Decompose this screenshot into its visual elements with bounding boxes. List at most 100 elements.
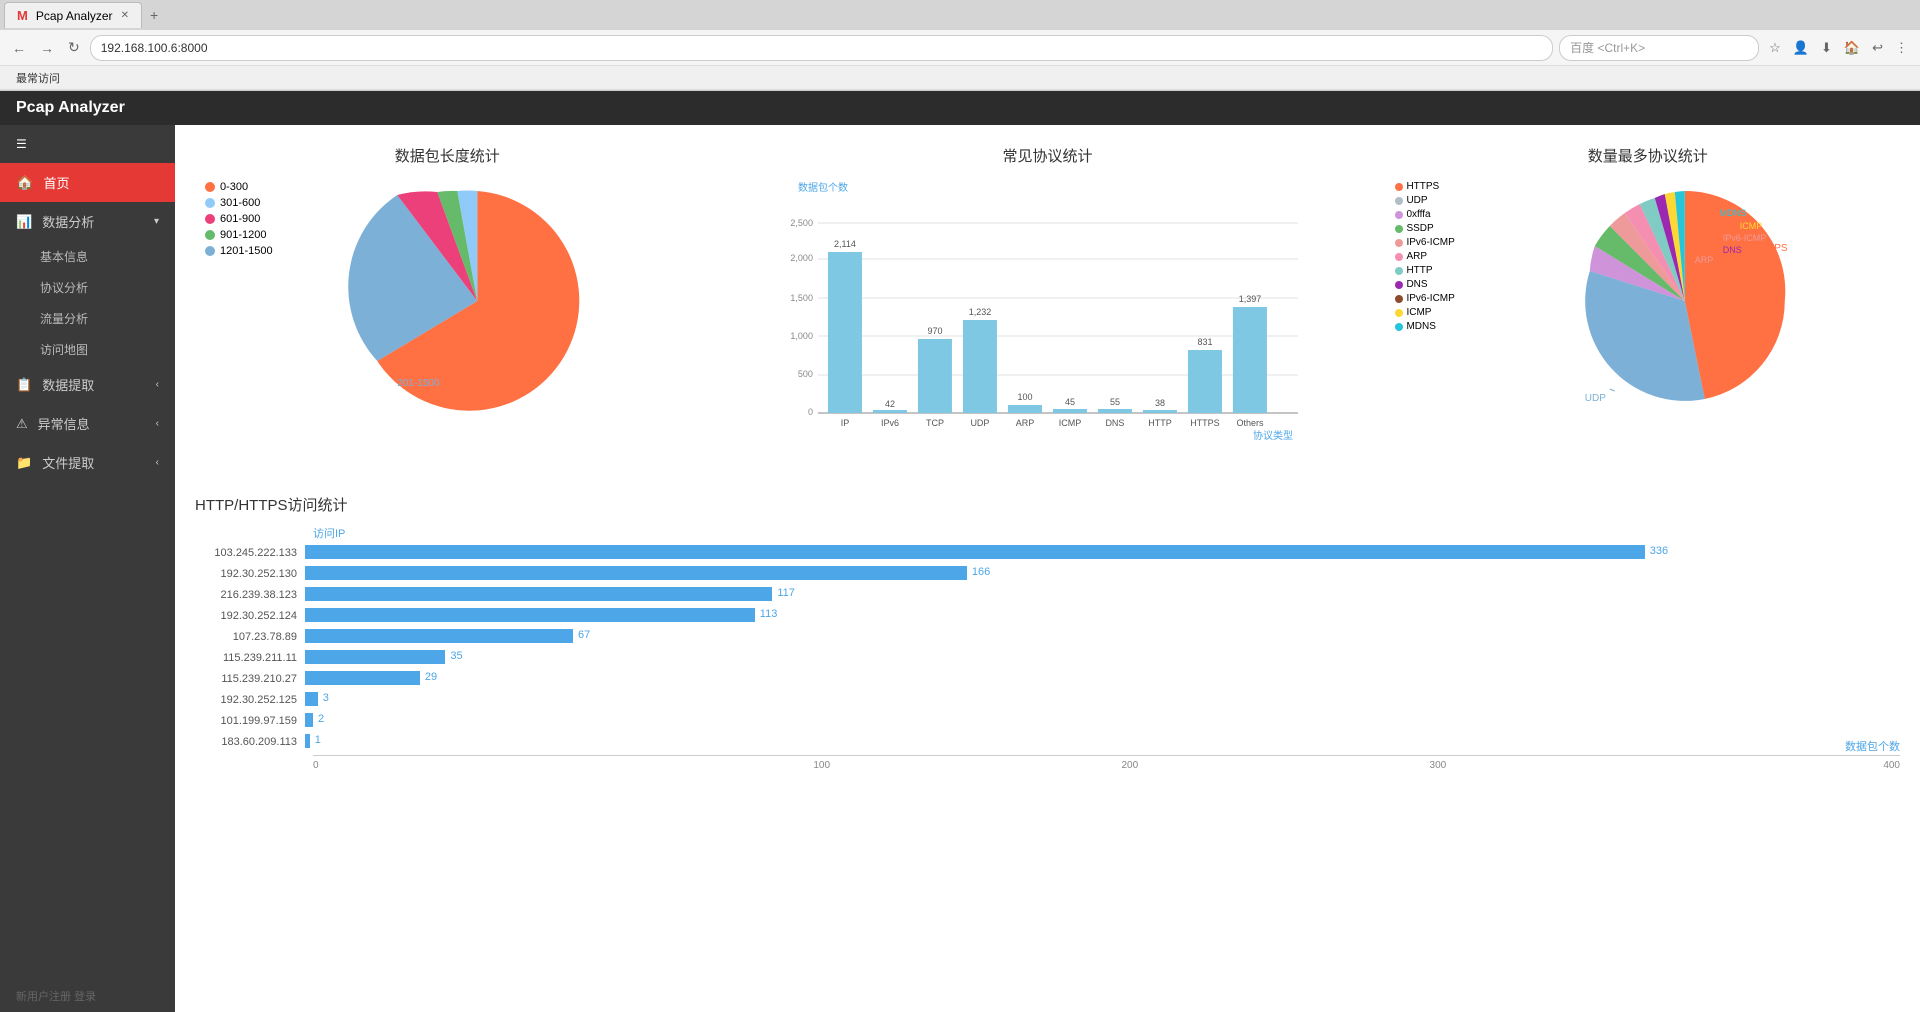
menu-icon[interactable]: ⋮ bbox=[1891, 38, 1912, 58]
svg-text:DNS: DNS bbox=[1105, 418, 1124, 428]
http-bar-value: 113 bbox=[760, 608, 778, 620]
sidebar-item-traffic-analysis[interactable]: 流量分析 bbox=[0, 303, 175, 334]
sidebar: ☰ 🏠 首页 📊 数据分析 ▾ 基本信息 协议分析 流量分析 访问地图 📋 数据… bbox=[0, 125, 175, 1012]
http-bar-fill bbox=[305, 650, 445, 664]
anomaly-chevron: ‹ bbox=[156, 418, 159, 429]
charts-row: 数据包长度统计 0-300 301-600 601-900 901-1200 1… bbox=[195, 145, 1900, 464]
protocol-title: 常见协议统计 bbox=[720, 145, 1376, 166]
forward-button[interactable]: → bbox=[36, 38, 58, 58]
http-x-label: 数据包个数 bbox=[1845, 738, 1900, 754]
bar-TCP bbox=[918, 339, 952, 413]
http-bar-fill bbox=[305, 671, 420, 685]
http-bar-ip-label: 183.60.209.113 bbox=[195, 736, 305, 748]
svg-text:ICMP: ICMP bbox=[1740, 221, 1763, 231]
svg-text:DNS: DNS bbox=[1723, 245, 1742, 255]
download-icon[interactable]: ⬇ bbox=[1817, 38, 1836, 58]
http-bar-fill bbox=[305, 608, 755, 622]
svg-text:1,232: 1,232 bbox=[968, 307, 991, 317]
new-tab-button[interactable]: + bbox=[142, 3, 166, 27]
active-tab[interactable]: M Pcap Analyzer ✕ bbox=[4, 2, 142, 28]
bar-ICMP bbox=[1053, 409, 1087, 413]
browser-chrome: M Pcap Analyzer ✕ + ← → ↻ 192.168.100.6:… bbox=[0, 0, 1920, 91]
sidebar-item-home[interactable]: 🏠 首页 bbox=[0, 163, 175, 202]
sidebar-footer: 新用户注册 登录 bbox=[0, 980, 175, 1012]
svg-text:2,114: 2,114 bbox=[834, 239, 856, 249]
http-bar-ip-label: 115.239.210.27 bbox=[195, 673, 305, 685]
svg-text:45: 45 bbox=[1064, 397, 1074, 407]
pie-label-0300: 0-300 bbox=[537, 292, 565, 304]
file-extract-chevron: ‹ bbox=[156, 457, 159, 468]
refresh-button[interactable]: ↻ bbox=[64, 37, 84, 58]
sidebar-item-home-label: 首页 bbox=[43, 173, 69, 192]
tab-title: Pcap Analyzer bbox=[36, 9, 113, 23]
search-box[interactable]: 百度 <Ctrl+K> bbox=[1559, 35, 1759, 61]
http-bar-row: 101.199.97.159 2 bbox=[195, 713, 1900, 729]
http-bar-row: 115.239.210.2729 bbox=[195, 671, 1900, 687]
http-bar-ip-label: 192.30.252.124 bbox=[195, 610, 305, 622]
svg-text:1,000: 1,000 bbox=[790, 331, 813, 341]
http-bar-row: 103.245.222.133336 bbox=[195, 545, 1900, 561]
sidebar-menu-icon[interactable]: ☰ bbox=[0, 125, 175, 163]
http-bar-fill bbox=[305, 566, 967, 580]
http-bar-value: 2 bbox=[318, 713, 324, 725]
sidebar-footer-text[interactable]: 新用户注册 登录 bbox=[16, 991, 96, 1003]
history-icon[interactable]: ↩ bbox=[1868, 38, 1887, 58]
http-bar-row: 115.239.211.1135 bbox=[195, 650, 1900, 666]
svg-text:ARP: ARP bbox=[1015, 418, 1034, 428]
user-icon[interactable]: 👤 bbox=[1789, 38, 1813, 58]
tab-close-button[interactable]: ✕ bbox=[121, 10, 129, 21]
svg-text:Others: Others bbox=[1236, 418, 1264, 428]
svg-text:HTTPS: HTTPS bbox=[1755, 243, 1788, 254]
svg-text:500: 500 bbox=[797, 369, 812, 379]
top-protocol-svg: HTTPS UDP MDNS ICMP IPv6-ICMP DNS ARP bbox=[1470, 171, 1900, 431]
sidebar-item-data-analysis[interactable]: 📊 数据分析 ▾ bbox=[0, 202, 175, 241]
protocol-y-label: 数据包个数 bbox=[798, 181, 848, 194]
data-extract-icon: 📋 bbox=[16, 377, 32, 393]
svg-text:2,500: 2,500 bbox=[790, 218, 813, 228]
sidebar-item-protocol-analysis[interactable]: 协议分析 bbox=[0, 272, 175, 303]
sidebar-item-data-extract[interactable]: 📋 数据提取 ‹ bbox=[0, 365, 175, 404]
bar-DNS bbox=[1098, 409, 1132, 413]
http-bar-row: 183.60.209.113 1 bbox=[195, 734, 1900, 750]
back-button[interactable]: ← bbox=[8, 38, 30, 58]
http-bar-track: 117 bbox=[305, 587, 1900, 603]
sidebar-item-access-map[interactable]: 访问地图 bbox=[0, 334, 175, 365]
sidebar-item-anomaly[interactable]: ⚠ 异常信息 ‹ bbox=[0, 404, 175, 443]
svg-text:MDNS: MDNS bbox=[1720, 208, 1747, 218]
sidebar-item-basic-info[interactable]: 基本信息 bbox=[0, 241, 175, 272]
http-bar-track: 1 bbox=[305, 734, 1900, 750]
svg-text:IP: IP bbox=[840, 418, 849, 428]
http-bar-fill bbox=[305, 713, 313, 727]
http-bar-ip-label: 101.199.97.159 bbox=[195, 715, 305, 727]
home-icon: 🏠 bbox=[16, 174, 33, 191]
svg-text:IPv6-ICMP: IPv6-ICMP bbox=[1723, 233, 1767, 243]
http-bar-ip-label: 192.30.252.130 bbox=[195, 568, 305, 580]
http-bar-track: 2 bbox=[305, 713, 1900, 729]
http-bar-value: 3 bbox=[323, 692, 329, 704]
http-bar-value: 1 bbox=[315, 734, 321, 746]
http-bar-fill bbox=[305, 587, 772, 601]
http-bar-value: 117 bbox=[777, 587, 795, 599]
http-bar-value: 166 bbox=[972, 566, 990, 578]
http-bar-row: 107.23.78.8967 bbox=[195, 629, 1900, 645]
bookmark-item[interactable]: 最常访问 bbox=[8, 68, 68, 88]
url-text: 192.168.100.6:8000 bbox=[101, 41, 1542, 55]
top-protocol-chart: 数量最多协议统计 HTTPS UDP 0xfffa SSDP IPv6-ICMP… bbox=[1395, 145, 1900, 464]
star-icon[interactable]: ☆ bbox=[1765, 38, 1785, 58]
http-bar-track: 3 bbox=[305, 692, 1900, 708]
http-bar-value: 336 bbox=[1650, 545, 1668, 557]
home-icon[interactable]: 🏠 bbox=[1840, 38, 1864, 58]
svg-text:970: 970 bbox=[927, 326, 942, 336]
svg-text:ARP: ARP bbox=[1695, 255, 1714, 265]
svg-text:HTTPS: HTTPS bbox=[1190, 418, 1220, 428]
protocol-bar-svg: 数据包个数 2,500 2,000 1,500 1,000 500 0 bbox=[720, 171, 1376, 461]
bar-HTTPS bbox=[1188, 350, 1222, 413]
app-body: ☰ 🏠 首页 📊 数据分析 ▾ 基本信息 协议分析 流量分析 访问地图 📋 数据… bbox=[0, 125, 1920, 1012]
pie-label-201500: 201-1500 bbox=[397, 378, 440, 389]
url-box[interactable]: 192.168.100.6:8000 bbox=[90, 35, 1553, 61]
sidebar-item-file-extract[interactable]: 📁 文件提取 ‹ bbox=[0, 443, 175, 482]
top-protocol-legend: HTTPS UDP 0xfffa SSDP IPv6-ICMP ARP HTTP… bbox=[1395, 171, 1465, 431]
http-bar-ip-label: 107.23.78.89 bbox=[195, 631, 305, 643]
svg-text:42: 42 bbox=[884, 399, 894, 409]
svg-text:UDP: UDP bbox=[970, 418, 989, 428]
